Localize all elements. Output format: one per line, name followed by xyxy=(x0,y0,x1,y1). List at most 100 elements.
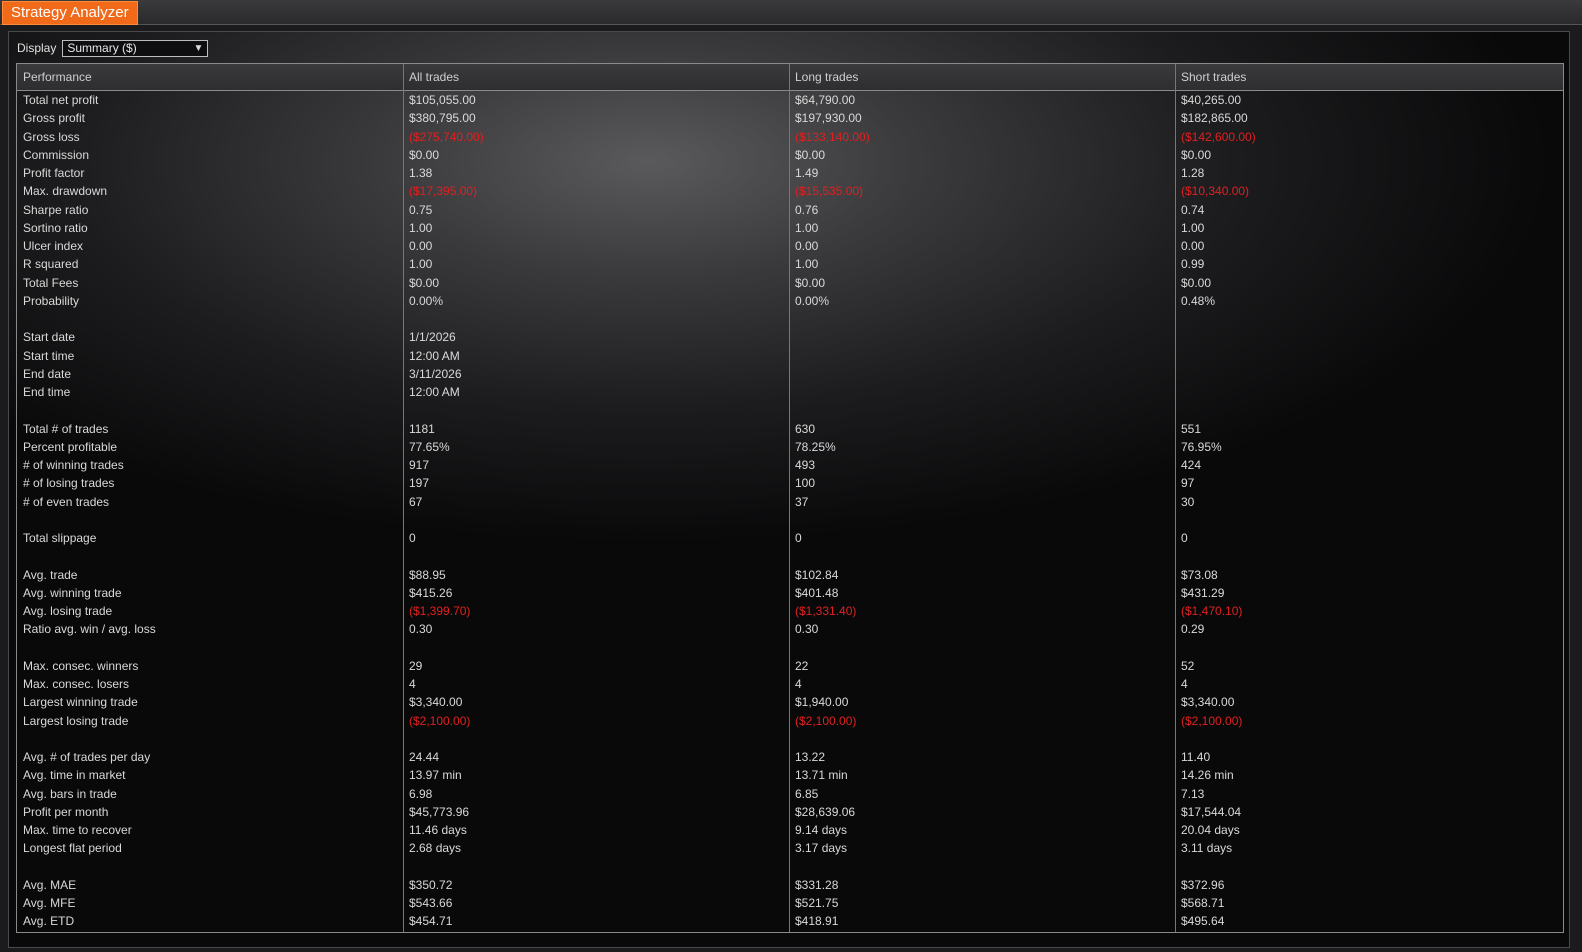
display-label: Display xyxy=(17,41,57,55)
header-all-trades[interactable]: All trades xyxy=(403,64,789,90)
short-trades-value: $495.64 xyxy=(1181,914,1225,929)
row-label: Avg. time in market xyxy=(23,768,126,783)
row-label: Avg. MFE xyxy=(23,896,76,910)
table-row xyxy=(17,639,1563,657)
long-trades-value: $102.84 xyxy=(795,567,839,582)
long-trades-value: 100 xyxy=(795,476,816,491)
short-trades-value: 551 xyxy=(1181,421,1202,436)
table-row: Avg. trade $88.95 $102.84 $73.08 xyxy=(17,566,1563,584)
table-row: Max. consec. winners 29 22 52 xyxy=(17,657,1563,675)
table-row: Sharpe ratio 0.75 0.76 0.74 xyxy=(17,201,1563,219)
all-trades-value: $350.72 xyxy=(409,877,453,892)
row-label: Start date xyxy=(23,330,76,345)
table-row xyxy=(17,547,1563,565)
table-row: Sortino ratio 1.00 1.00 1.00 xyxy=(17,219,1563,237)
table-row xyxy=(17,858,1563,876)
header-short-trades[interactable]: Short trades xyxy=(1175,64,1561,90)
chevron-down-icon: ▼ xyxy=(193,42,204,54)
table-row: End date 3/11/2026 xyxy=(17,365,1563,383)
short-trades-value: $0.00 xyxy=(1181,147,1212,162)
table-row: R squared 1.00 1.00 0.99 xyxy=(17,255,1563,273)
long-trades-value: $28,639.06 xyxy=(795,804,856,819)
table-row: Largest losing trade ($2,100.00) ($2,100.0… xyxy=(17,712,1563,730)
table-row: Profit per month $45,773.96 $28,639.06 $17,… xyxy=(17,803,1563,821)
short-trades-value: 7.13 xyxy=(1181,786,1205,801)
long-trades-value: 0.76 xyxy=(795,202,819,217)
short-trades-value: $431.29 xyxy=(1181,585,1225,600)
long-trades-value: 0 xyxy=(795,531,802,545)
row-label: Profit factor xyxy=(23,166,85,180)
row-label: End time xyxy=(23,385,71,399)
long-trades-value: ($1,331.40) xyxy=(795,604,857,618)
header-performance[interactable]: Performance xyxy=(17,64,403,90)
long-trades-value: 9.14 days xyxy=(795,823,848,837)
table-row xyxy=(17,730,1563,748)
table-row: Total slippage 0 0 0 xyxy=(17,529,1563,547)
table-row: Avg. losing trade ($1,399.70) ($1,331.40) (… xyxy=(17,602,1563,620)
performance-grid[interactable]: Performance All trades Long trades Short… xyxy=(16,63,1564,933)
row-label: End date xyxy=(23,366,72,381)
table-row: # of even trades 67 37 30 xyxy=(17,493,1563,511)
table-row: Gross profit $380,795.00 $197,930.00 $182,8… xyxy=(17,109,1563,127)
short-trades-value: ($2,100.00) xyxy=(1181,713,1243,728)
row-label: Gross loss xyxy=(23,129,80,144)
grid-header: Performance All trades Long trades Short… xyxy=(17,64,1563,91)
table-row: Max. time to recover 11.46 days 9.14 days 2… xyxy=(17,821,1563,839)
table-row: Start time 12:00 AM xyxy=(17,347,1563,365)
all-trades-value: 67 xyxy=(409,494,423,509)
short-trades-value: 0.74 xyxy=(1181,202,1205,217)
short-trades-value: 3.11 days xyxy=(1181,841,1233,856)
row-label: # of losing trades xyxy=(23,476,115,491)
short-trades-value: $17,544.04 xyxy=(1181,804,1242,819)
row-label: Avg. bars in trade xyxy=(23,786,117,801)
table-row: Max. consec. losers 4 4 4 xyxy=(17,675,1563,693)
short-trades-value: 20.04 days xyxy=(1181,823,1240,837)
all-trades-value: $45,773.96 xyxy=(409,804,470,819)
long-trades-value: $1,940.00 xyxy=(795,695,849,710)
all-trades-value: 917 xyxy=(409,458,430,472)
short-trades-value: 30 xyxy=(1181,494,1195,509)
header-long-trades[interactable]: Long trades xyxy=(789,64,1175,90)
display-row: Display Summary ($) ▼ xyxy=(17,38,209,58)
short-trades-value: 76.95% xyxy=(1181,439,1222,454)
display-select[interactable]: Summary ($) ▼ xyxy=(62,39,209,57)
title-bar: Strategy Analyzer xyxy=(0,0,1582,25)
long-trades-value: 4 xyxy=(795,677,802,691)
row-label: Start time xyxy=(23,348,75,363)
all-trades-value: 24.44 xyxy=(409,750,440,764)
table-row: Start date 1/1/2026 xyxy=(17,328,1563,346)
table-row: Avg. ETD $454.71 $418.91 $495.64 xyxy=(17,912,1563,930)
all-trades-value: $88.95 xyxy=(409,567,446,582)
row-label: Max. consec. losers xyxy=(23,677,130,691)
table-row: # of losing trades 197 100 97 xyxy=(17,474,1563,492)
short-trades-value: 4 xyxy=(1181,677,1188,691)
all-trades-value: $105,055.00 xyxy=(409,93,476,107)
long-trades-value: 13.71 min xyxy=(795,768,848,783)
analyzer-panel: Display Summary ($) ▼ Performance All tr… xyxy=(8,31,1570,948)
window-title-tab[interactable]: Strategy Analyzer xyxy=(2,1,138,25)
row-label: Total slippage xyxy=(23,531,97,545)
all-trades-value: 29 xyxy=(409,658,423,673)
long-trades-value: 78.25% xyxy=(795,439,836,454)
all-trades-value: $415.26 xyxy=(409,585,453,600)
row-label: Probability xyxy=(23,293,80,308)
long-trades-value: 0.00% xyxy=(795,293,830,308)
all-trades-value: 3/11/2026 xyxy=(409,366,462,381)
short-trades-value: 0.29 xyxy=(1181,622,1205,637)
long-trades-value: ($2,100.00) xyxy=(795,713,857,728)
all-trades-value: $380,795.00 xyxy=(409,111,476,126)
long-trades-value: $64,790.00 xyxy=(795,93,856,107)
all-trades-value: 0.30 xyxy=(409,622,433,637)
short-trades-value: $40,265.00 xyxy=(1181,93,1242,107)
short-trades-value: 1.00 xyxy=(1181,220,1205,235)
short-trades-value: 14.26 min xyxy=(1181,768,1234,783)
row-label: # of even trades xyxy=(23,494,110,509)
row-label: # of winning trades xyxy=(23,458,124,472)
row-label: Ratio avg. win / avg. loss xyxy=(23,622,156,637)
long-trades-value: 37 xyxy=(795,494,809,509)
all-trades-value: 6.98 xyxy=(409,786,433,801)
row-label: Sharpe ratio xyxy=(23,202,89,217)
all-trades-value: 2.68 days xyxy=(409,841,462,856)
short-trades-value: $0.00 xyxy=(1181,275,1212,290)
long-trades-value: $401.48 xyxy=(795,585,839,600)
